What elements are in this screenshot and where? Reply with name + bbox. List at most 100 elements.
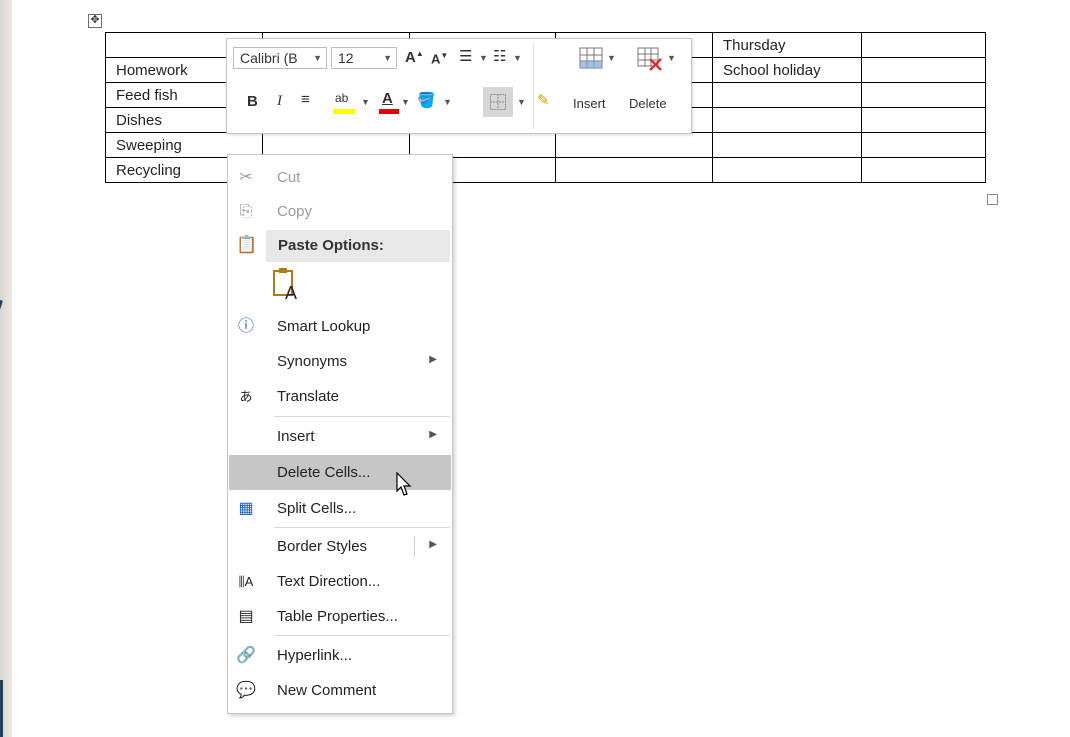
- table-cell[interactable]: Thursday: [712, 32, 862, 58]
- link-icon: 🔗: [236, 647, 256, 664]
- menu-item-insert[interactable]: Insert ▶: [229, 419, 451, 454]
- table-cell[interactable]: [861, 82, 986, 108]
- menu-item-table-properties[interactable]: ▤ Table Properties...: [229, 599, 451, 634]
- paste-keep-text-only-button[interactable]: A: [272, 267, 304, 303]
- menu-item-new-comment[interactable]: 💬 New Comment: [229, 673, 451, 708]
- font-color-swatch: [379, 109, 399, 114]
- chevron-down-icon[interactable]: ▼: [361, 97, 370, 107]
- scissors-icon: ✂: [239, 169, 253, 186]
- menu-item-label: Cut: [277, 169, 301, 186]
- borders-icon: [490, 94, 506, 110]
- shrink-font-icon[interactable]: A▼: [431, 51, 448, 66]
- menu-item-translate[interactable]: あ Translate: [229, 379, 451, 414]
- table-cell[interactable]: [861, 132, 986, 158]
- chevron-down-icon[interactable]: ▼: [443, 97, 452, 107]
- split-divider: [414, 537, 415, 557]
- menu-item-label: Hyperlink...: [277, 647, 353, 664]
- text-direction-icon: ⫼A: [238, 574, 254, 589]
- table-cell[interactable]: [861, 32, 986, 58]
- submenu-arrow-icon: ▶: [429, 354, 437, 365]
- menu-item-border-styles[interactable]: Border Styles ▶: [229, 529, 451, 564]
- borders-button[interactable]: [483, 87, 513, 117]
- menu-item-cut[interactable]: ✂ Cut: [229, 160, 451, 195]
- decoration-stroke: [0, 680, 3, 737]
- menu-item-copy[interactable]: ⎘ Copy: [229, 194, 451, 229]
- background-edge: [0, 0, 12, 737]
- menu-item-smart-lookup[interactable]: ⓘ Smart Lookup: [229, 309, 451, 344]
- bold-icon[interactable]: B: [247, 93, 258, 110]
- font-name-combo[interactable]: Calibri (B ▼: [233, 47, 327, 69]
- font-size-combo[interactable]: 12 ▼: [331, 47, 397, 69]
- menu-item-split-cells[interactable]: ▦ Split Cells...: [229, 491, 451, 526]
- lookup-icon: ⓘ: [237, 318, 254, 335]
- table-cell[interactable]: [861, 157, 986, 183]
- delete-table-icon[interactable]: [637, 47, 663, 71]
- clipboard-icon: 📋: [236, 235, 258, 254]
- table-resize-handle[interactable]: [987, 194, 998, 205]
- chevron-down-icon[interactable]: ▼: [667, 53, 676, 63]
- paste-options-label: Paste Options:: [278, 237, 384, 254]
- menu-separator: [274, 527, 450, 528]
- chevron-down-icon[interactable]: ▼: [313, 48, 322, 68]
- menu-item-text-direction[interactable]: ⫼A Text Direction...: [229, 564, 451, 599]
- highlight-swatch: [333, 109, 355, 114]
- menu-item-label: Split Cells...: [277, 500, 357, 517]
- decoration-stroke: [0, 300, 3, 416]
- font-color-icon[interactable]: A: [377, 89, 399, 115]
- menu-item-hyperlink[interactable]: 🔗 Hyperlink...: [229, 638, 451, 673]
- chevron-down-icon[interactable]: ▼: [479, 53, 488, 63]
- highlight-color-icon[interactable]: ab: [331, 89, 359, 115]
- mouse-cursor-icon: [396, 472, 412, 496]
- table-cell[interactable]: [555, 157, 713, 183]
- table-cell[interactable]: School holiday: [712, 57, 862, 83]
- menu-item-label: Synonyms: [277, 353, 348, 370]
- chevron-down-icon[interactable]: ▼: [607, 53, 616, 63]
- svg-text:A: A: [285, 283, 297, 301]
- menu-item-label: Border Styles: [277, 538, 368, 555]
- chevron-down-icon[interactable]: ▼: [517, 97, 526, 107]
- table-cell[interactable]: [861, 57, 986, 83]
- menu-item-label: Table Properties...: [277, 608, 398, 625]
- table-properties-icon: ▤: [238, 608, 254, 625]
- toolbar-divider: [533, 43, 534, 129]
- chevron-down-icon[interactable]: ▼: [383, 48, 392, 68]
- font-size-value: 12: [338, 50, 354, 66]
- table-cell[interactable]: [712, 157, 862, 183]
- grow-font-icon[interactable]: A▲: [405, 49, 424, 66]
- menu-item-label: New Comment: [277, 682, 377, 699]
- table-cell[interactable]: [555, 132, 713, 158]
- menu-item-label: Translate: [277, 388, 339, 405]
- submenu-arrow-icon: ▶: [429, 429, 437, 440]
- mini-toolbar: Calibri (B ▼ 12 ▼ A▲ A▼ ☰ ▼ ☷ ▼ ▼ ▼ B I …: [226, 38, 692, 134]
- paste-options-header: Paste Options:: [266, 230, 450, 262]
- font-name-value: Calibri (B: [240, 50, 298, 66]
- menu-separator: [274, 416, 450, 417]
- italic-icon[interactable]: I: [277, 93, 282, 110]
- delete-button-label[interactable]: Delete: [629, 96, 667, 111]
- menu-item-label: Insert: [277, 428, 315, 445]
- chevron-down-icon[interactable]: ▼: [513, 53, 522, 63]
- copy-icon: ⎘: [239, 203, 253, 220]
- shading-icon[interactable]: 🪣: [417, 91, 436, 109]
- menu-item-label: Delete Cells...: [277, 464, 371, 481]
- menu-item-synonyms[interactable]: Synonyms ▶: [229, 344, 451, 379]
- context-menu: ✂ Cut ⎘ Copy Paste Options: 📋 A ⓘ Smart …: [227, 154, 453, 714]
- insert-table-icon[interactable]: [579, 47, 603, 69]
- table-move-icon[interactable]: ✥: [88, 14, 102, 28]
- center-align-icon[interactable]: ≡: [301, 91, 310, 108]
- translate-icon: あ: [239, 389, 253, 404]
- table-cell[interactable]: [712, 132, 862, 158]
- insert-button-label[interactable]: Insert: [573, 96, 606, 111]
- format-painter-icon[interactable]: ✎: [537, 91, 550, 109]
- menu-item-label: Text Direction...: [277, 573, 381, 590]
- table-cell[interactable]: [712, 107, 862, 133]
- comment-icon: 💬: [236, 682, 256, 699]
- menu-item-delete-cells[interactable]: Delete Cells...: [229, 455, 451, 490]
- bullets-icon[interactable]: ☰: [459, 47, 472, 65]
- numbering-icon[interactable]: ☷: [493, 47, 506, 65]
- chevron-down-icon[interactable]: ▼: [401, 97, 410, 107]
- menu-separator: [274, 635, 450, 636]
- table-cell[interactable]: [861, 107, 986, 133]
- menu-item-label: Smart Lookup: [277, 318, 371, 335]
- table-cell[interactable]: [712, 82, 862, 108]
